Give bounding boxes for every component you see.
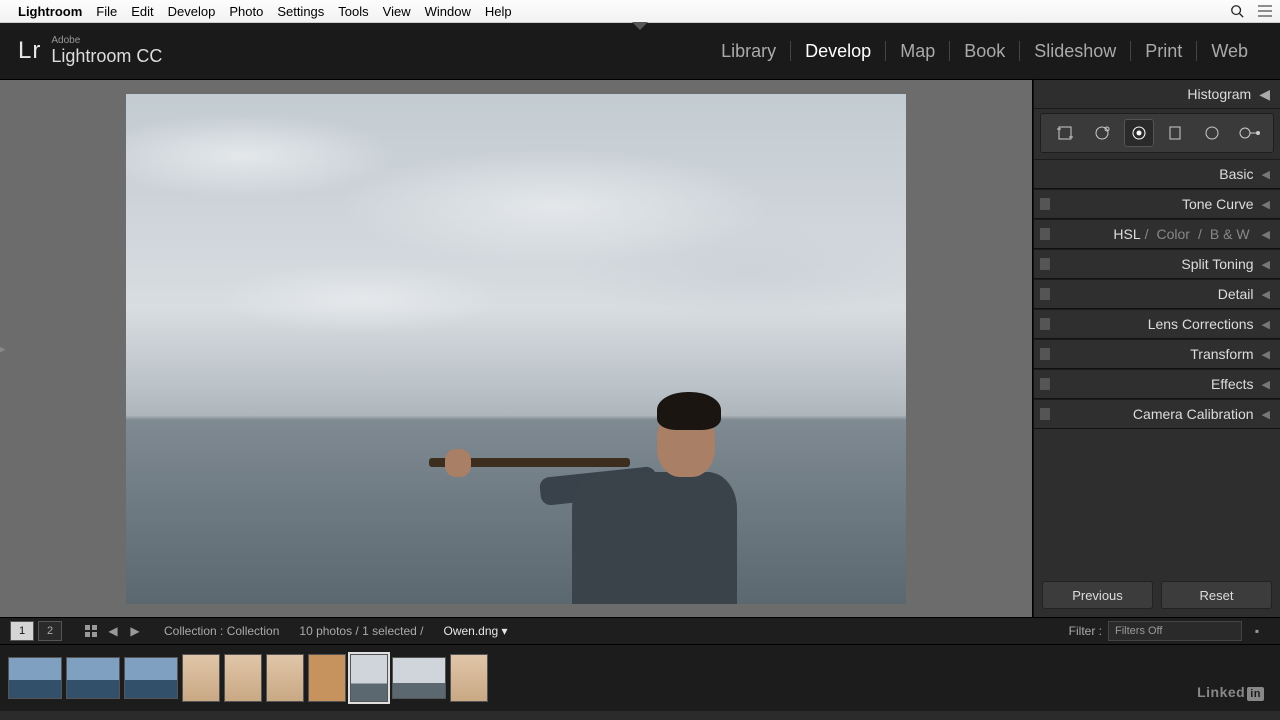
identity-bar: Lr Adobe Lightroom CC Library Develop Ma… [0, 23, 1280, 79]
page-1-button[interactable]: 1 [10, 621, 34, 641]
filter-lock-icon[interactable]: ▪ [1248, 622, 1266, 640]
panel-camera-calibration[interactable]: Camera Calibration◀ [1034, 399, 1280, 429]
module-picker: Library Develop Map Book Slideshow Print… [707, 41, 1262, 62]
collection-path: Collection : Collection [164, 624, 279, 638]
radial-filter-icon[interactable] [1197, 119, 1227, 147]
thumb-10[interactable] [450, 654, 488, 702]
panel-basic[interactable]: Basic◀ [1034, 159, 1280, 189]
mac-menubar: Lightroom File Edit Develop Photo Settin… [0, 0, 1280, 23]
nav-prev-icon[interactable]: ◀ [104, 622, 122, 640]
workspace: ▸ Histogram ◀ Basic◀ [0, 79, 1280, 617]
develop-tool-strip [1040, 113, 1274, 153]
module-slideshow[interactable]: Slideshow [1020, 41, 1130, 62]
reset-button[interactable]: Reset [1161, 581, 1272, 609]
menu-list-icon[interactable] [1258, 5, 1272, 17]
module-web[interactable]: Web [1197, 41, 1262, 62]
loupe-canvas[interactable]: ▸ [0, 79, 1033, 617]
page-2-button[interactable]: 2 [38, 621, 62, 641]
menu-settings[interactable]: Settings [277, 4, 324, 19]
linkedin-watermark: Linkedin [1197, 684, 1264, 701]
menu-edit[interactable]: Edit [131, 4, 153, 19]
thumb-2[interactable] [66, 657, 120, 699]
hsl-tab[interactable]: HSL [1113, 226, 1140, 242]
lr-logo: Lr [18, 37, 41, 65]
panel-effects[interactable]: Effects◀ [1034, 369, 1280, 399]
menu-tools[interactable]: Tools [338, 4, 368, 19]
thumb-3[interactable] [124, 657, 178, 699]
menu-develop[interactable]: Develop [168, 4, 216, 19]
redeye-tool-icon[interactable] [1124, 119, 1154, 147]
top-panel-notch-icon[interactable] [632, 22, 648, 30]
develop-right-panel: Histogram ◀ Basic◀ Tone Curve◀ HSL / Col… [1033, 79, 1280, 617]
thumb-9[interactable] [392, 657, 446, 699]
photo-count: 10 photos / 1 selected / [299, 624, 423, 638]
thumb-6[interactable] [266, 654, 304, 702]
panel-transform[interactable]: Transform◀ [1034, 339, 1280, 369]
module-develop[interactable]: Develop [791, 41, 885, 62]
module-map[interactable]: Map [886, 41, 949, 62]
thumb-5[interactable] [224, 654, 262, 702]
histogram-label: Histogram [1187, 86, 1251, 102]
secondary-toolbar: 1 2 ◀ ▶ Collection : Collection 10 photo… [0, 617, 1280, 644]
panel-detail[interactable]: Detail◀ [1034, 279, 1280, 309]
previous-button[interactable]: Previous [1042, 581, 1153, 609]
menu-file[interactable]: File [96, 4, 117, 19]
module-book[interactable]: Book [950, 41, 1019, 62]
nav-next-icon[interactable]: ▶ [126, 622, 144, 640]
filter-dropdown[interactable]: Filters Off [1108, 621, 1242, 641]
bw-tab[interactable]: B & W [1210, 226, 1250, 242]
spot-removal-icon[interactable] [1087, 119, 1117, 147]
menu-photo[interactable]: Photo [229, 4, 263, 19]
crop-tool-icon[interactable] [1050, 119, 1080, 147]
menu-view[interactable]: View [383, 4, 411, 19]
grid-view-icon[interactable] [82, 622, 100, 640]
left-panel-expand-icon[interactable]: ▸ [0, 342, 6, 355]
module-print[interactable]: Print [1131, 41, 1196, 62]
panel-tone-curve[interactable]: Tone Curve◀ [1034, 189, 1280, 219]
panel-hsl-color-bw[interactable]: HSL / Color / B & W ◀ [1034, 219, 1280, 249]
thumb-4[interactable] [182, 654, 220, 702]
current-filename[interactable]: Owen.dng ▾ [443, 624, 507, 638]
brand-adobe: Adobe [51, 36, 162, 46]
panel-lens-corrections[interactable]: Lens Corrections◀ [1034, 309, 1280, 339]
spotlight-icon[interactable] [1230, 4, 1244, 18]
color-tab[interactable]: Color [1157, 226, 1190, 242]
panel-split-toning[interactable]: Split Toning◀ [1034, 249, 1280, 279]
menu-window[interactable]: Window [425, 4, 471, 19]
brand-product: Lightroom CC [51, 46, 162, 66]
module-library[interactable]: Library [707, 41, 790, 62]
thumb-7[interactable] [308, 654, 346, 702]
footer-spacer [0, 711, 1280, 720]
menubar-app-name[interactable]: Lightroom [18, 4, 82, 19]
collapse-icon[interactable]: ◀ [1259, 86, 1270, 103]
panel-header-histogram[interactable]: Histogram ◀ [1034, 80, 1280, 109]
filmstrip[interactable]: Linkedin [0, 644, 1280, 711]
adjustment-brush-icon[interactable] [1234, 119, 1264, 147]
main-photo [126, 94, 906, 604]
thumb-1[interactable] [8, 657, 62, 699]
filter-label: Filter : [1069, 624, 1102, 638]
menu-help[interactable]: Help [485, 4, 512, 19]
graduated-filter-icon[interactable] [1160, 119, 1190, 147]
thumb-8[interactable] [350, 654, 388, 702]
